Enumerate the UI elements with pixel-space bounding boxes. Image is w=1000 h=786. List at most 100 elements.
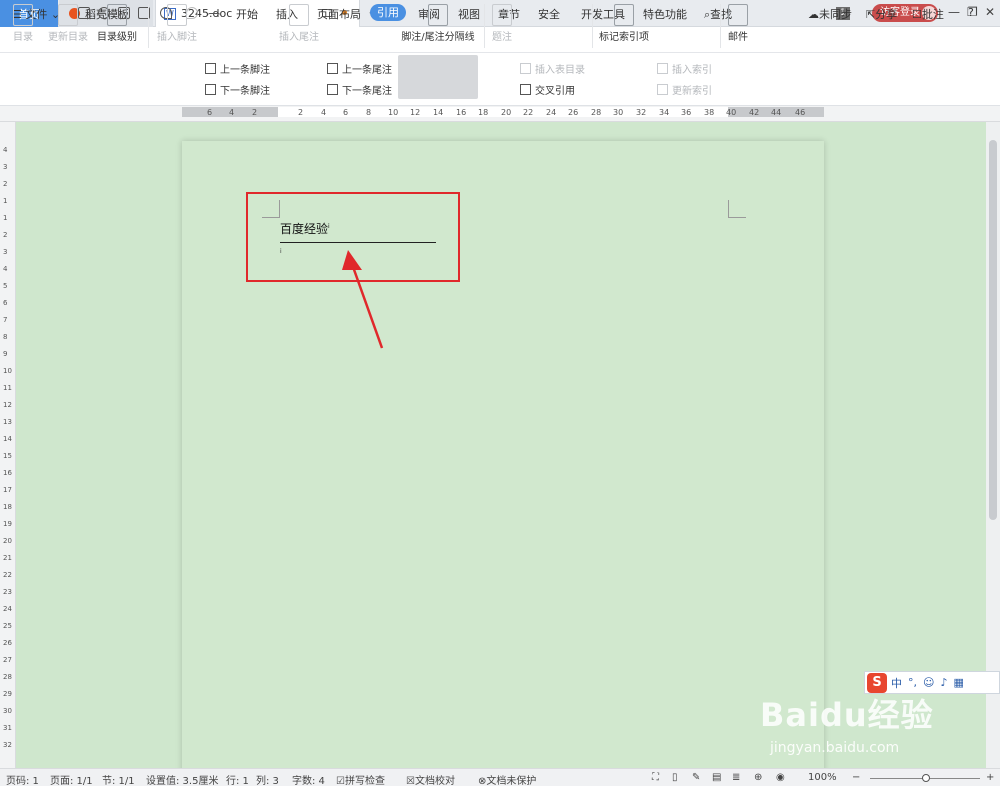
update-index-button[interactable]: 更新索引 <box>657 82 712 97</box>
toc-level-button[interactable]: 目录级别 <box>94 4 140 43</box>
prev-endnote-button[interactable]: 上一条尾注 <box>327 61 392 76</box>
vertical-ruler-tick: 4 <box>3 265 8 273</box>
zoom-slider-handle[interactable] <box>922 774 930 782</box>
emoji-icon[interactable]: ☺ <box>923 676 934 689</box>
ruler-tick: 32 <box>636 108 647 117</box>
insert-index-icon <box>657 63 668 74</box>
close-button[interactable]: ✕ <box>985 5 995 19</box>
update-toc-button[interactable]: 更新目录 <box>46 4 90 43</box>
next-footnote-button[interactable]: 下一条脚注 <box>205 82 270 97</box>
ruler-tick: 34 <box>659 108 670 117</box>
vertical-ruler-tick: 5 <box>3 282 8 290</box>
status-col[interactable]: 列: 3 <box>256 772 279 786</box>
toc-button[interactable]: 目录 <box>8 4 38 43</box>
cross-reference-label: 交叉引用 <box>535 86 575 97</box>
next-endnote-button[interactable]: 下一条尾注 <box>327 82 392 97</box>
vertical-ruler-tick: 21 <box>3 554 12 562</box>
mail-button[interactable]: 邮件 <box>725 4 751 43</box>
page-view-icon[interactable]: ▤ <box>712 772 721 783</box>
ruler-tick: 40 <box>726 108 737 117</box>
tab-start[interactable]: 开始 <box>236 6 258 22</box>
insert-footnote-button[interactable]: 插入脚注 <box>156 4 198 43</box>
zoom-level[interactable]: 100% <box>808 772 837 783</box>
ruler-tick: 14 <box>433 108 444 117</box>
insert-index-button[interactable]: 插入索引 <box>657 61 712 76</box>
next-footnote-label: 下一条脚注 <box>220 86 270 97</box>
ruler-tick: 22 <box>523 108 534 117</box>
status-page-no[interactable]: 页码: 1 <box>6 772 39 786</box>
mail-label: 邮件 <box>728 32 748 43</box>
vertical-ruler-tick: 28 <box>3 673 12 681</box>
reading-mode-icon[interactable]: ▯ <box>672 772 678 783</box>
vertical-ruler-tick: 6 <box>3 299 8 307</box>
outline-view-icon[interactable]: ≣ <box>732 772 740 783</box>
help-button[interactable]: ? <box>968 6 974 19</box>
comment-button[interactable]: ☐批注 <box>912 6 944 22</box>
ruler-tick: 6 <box>207 108 213 117</box>
status-setting[interactable]: 设置值: 3.5厘米 <box>146 772 218 786</box>
microphone-icon[interactable]: ♪ <box>940 676 947 689</box>
insert-endnote-button[interactable]: 插入尾注 <box>278 4 320 43</box>
status-words[interactable]: 字数: 4 <box>292 772 325 786</box>
red-arrow-annotation <box>342 250 384 349</box>
zoom-out-icon[interactable]: − <box>852 772 860 783</box>
update-index-icon <box>657 84 668 95</box>
fullscreen-icon[interactable]: ⛶ <box>652 772 659 783</box>
cross-reference-icon <box>520 84 531 95</box>
pen-icon[interactable]: ✎ <box>692 772 700 783</box>
share-button[interactable]: ⇱分享 <box>866 6 897 22</box>
status-pages[interactable]: 页面: 1/1 <box>50 772 93 786</box>
ime-punct[interactable]: °, <box>908 676 917 689</box>
ime-language[interactable]: 中 <box>891 675 902 691</box>
ruler-tick: 6 <box>343 108 349 117</box>
protect-button[interactable]: ⊗文档未保护 <box>478 772 536 786</box>
vertical-ruler-tick: 24 <box>3 605 12 613</box>
minimize-button[interactable]: — <box>948 5 960 19</box>
proofread-label: 文档校对 <box>414 776 455 786</box>
toc-level-label: 目录级别 <box>97 32 137 43</box>
spell-check-button[interactable]: ☑拼写检查 <box>336 772 385 786</box>
caption-button[interactable]: 题注 <box>490 4 514 43</box>
mark-index-button[interactable]: 标记索引项 <box>598 4 650 43</box>
separator-icon <box>428 4 448 26</box>
vertical-ruler-tick: 29 <box>3 690 12 698</box>
cross-reference-button[interactable]: 交叉引用 <box>520 82 575 97</box>
ruler-tick: 46 <box>795 108 806 117</box>
ruler-tick: 4 <box>229 108 235 117</box>
tab-page-layout[interactable]: 页面布局 <box>317 6 361 22</box>
insert-table-of-figures-button[interactable]: 插入表目录 <box>520 61 585 76</box>
next-endnote-label: 下一条尾注 <box>342 86 392 97</box>
customize-quick-access-icon[interactable] <box>208 13 220 19</box>
vertical-ruler-tick: 4 <box>3 146 8 154</box>
table-of-figures-label: 插入表目录 <box>535 65 585 76</box>
prev-footnote-button[interactable]: 上一条脚注 <box>205 61 270 76</box>
footnote-separator-button[interactable]: 脚注/尾注分隔线 <box>400 4 476 43</box>
update-index-label: 更新索引 <box>672 86 712 97</box>
vertical-ruler-tick: 27 <box>3 656 12 664</box>
proofread-button[interactable]: ☒文档校对 <box>406 772 455 786</box>
ribbon-divider <box>720 4 721 48</box>
ribbon-divider <box>592 4 593 48</box>
vertical-ruler-tick: 12 <box>3 401 12 409</box>
vertical-ruler-tick: 3 <box>3 248 8 256</box>
ruler-tick: 38 <box>704 108 715 117</box>
vertical-ruler-tick: 18 <box>3 503 12 511</box>
vertical-ruler-tick: 19 <box>3 520 12 528</box>
ruler-tick: 10 <box>388 108 399 117</box>
status-row[interactable]: 行: 1 <box>226 772 249 786</box>
mark-index-icon <box>614 4 634 26</box>
eye-protection-icon[interactable]: ◉ <box>776 772 785 783</box>
vertical-ruler-tick: 1 <box>3 214 8 222</box>
zoom-in-icon[interactable]: + <box>986 772 994 783</box>
ruler-tick: 26 <box>568 108 579 117</box>
ruler-tick: 24 <box>546 108 557 117</box>
scrollbar-thumb[interactable] <box>989 140 997 520</box>
web-view-icon[interactable]: ⊕ <box>754 772 762 783</box>
sync-button[interactable]: ☁未同步 <box>808 6 852 22</box>
status-section[interactable]: 节: 1/1 <box>102 772 135 786</box>
keyboard-icon[interactable]: ▦ <box>954 676 964 689</box>
tab-security[interactable]: 安全 <box>538 6 560 22</box>
spell-check-icon: ☑ <box>336 776 345 786</box>
update-toc-icon <box>58 4 78 26</box>
comment-icon: ☐ <box>912 8 922 21</box>
